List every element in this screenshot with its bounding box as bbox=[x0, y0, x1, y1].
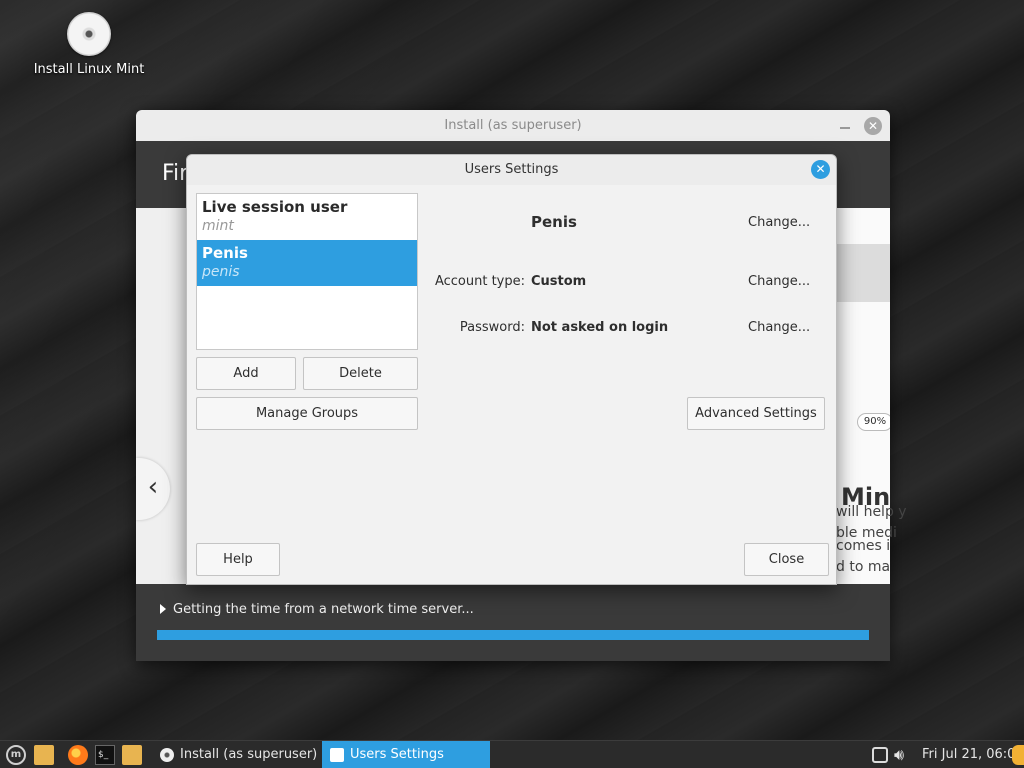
user-list-item[interactable]: Penis penis bbox=[197, 240, 417, 286]
users-settings-dialog: Users Settings ✕ Live session user mint … bbox=[186, 154, 837, 585]
dialog-close-icon[interactable]: ✕ bbox=[811, 160, 830, 179]
selected-user-name: Penis bbox=[531, 213, 577, 231]
delete-user-button[interactable]: Delete bbox=[303, 357, 418, 390]
user-login-name: penis bbox=[202, 264, 240, 280]
user-display-name: Penis bbox=[202, 244, 248, 262]
user-list-item[interactable]: Live session user mint bbox=[197, 194, 417, 240]
expander-arrow-icon[interactable] bbox=[160, 604, 166, 614]
slide-toolbar bbox=[836, 244, 890, 302]
change-name-button[interactable]: Change... bbox=[748, 215, 810, 230]
installer-window-title: Install (as superuser) bbox=[444, 118, 582, 133]
manage-groups-button[interactable]: Manage Groups bbox=[196, 397, 418, 430]
task-label: Install (as superuser) bbox=[180, 747, 318, 762]
slide-text-line: d to mak bbox=[836, 559, 890, 575]
installer-close-icon[interactable]: ✕ bbox=[864, 117, 882, 135]
previous-slide-button[interactable]: ‹ bbox=[136, 458, 170, 520]
add-user-button[interactable]: Add bbox=[196, 357, 296, 390]
files-icon[interactable] bbox=[122, 745, 142, 765]
minimize-icon[interactable] bbox=[840, 127, 850, 129]
users-icon bbox=[330, 748, 344, 762]
user-display-name: Live session user bbox=[202, 198, 348, 216]
slide-text-line: will help y bbox=[836, 504, 907, 520]
notifications-icon[interactable] bbox=[872, 747, 888, 763]
user-avatar-icon[interactable] bbox=[1012, 745, 1024, 765]
show-desktop-icon[interactable] bbox=[34, 745, 54, 765]
volume-icon[interactable]: 🔊︎ bbox=[894, 741, 904, 768]
installer-footer: Getting the time from a network time ser… bbox=[136, 584, 890, 661]
clock[interactable]: Fri Jul 21, 06:0 bbox=[922, 741, 1015, 768]
change-account-type-button[interactable]: Change... bbox=[748, 274, 810, 289]
dialog-title: Users Settings bbox=[464, 162, 559, 177]
taskbar: m $_ Install (as superuser) Users Settin… bbox=[0, 740, 1024, 768]
change-password-button[interactable]: Change... bbox=[748, 320, 810, 335]
install-status-text: Getting the time from a network time ser… bbox=[173, 602, 474, 617]
install-progress-bar bbox=[157, 630, 869, 640]
advanced-settings-button[interactable]: Advanced Settings bbox=[687, 397, 825, 430]
account-type-label: Account type: bbox=[434, 274, 525, 289]
account-type-value: Custom bbox=[531, 274, 587, 289]
install-progress-fill bbox=[157, 630, 869, 640]
disc-icon bbox=[67, 12, 111, 56]
user-login-name: mint bbox=[202, 218, 234, 234]
help-button[interactable]: Help bbox=[196, 543, 280, 576]
install-status: Getting the time from a network time ser… bbox=[160, 602, 474, 617]
slide-text-line: ble medi bbox=[836, 525, 897, 541]
password-label: Password: bbox=[459, 320, 525, 335]
user-list: Live session user mint Penis penis bbox=[196, 193, 418, 350]
mint-menu-icon[interactable]: m bbox=[6, 745, 26, 765]
desktop-icon-label: Install Linux Mint bbox=[33, 62, 145, 77]
disc-icon bbox=[160, 748, 174, 762]
installer-titlebar[interactable]: Install (as superuser) ✕ bbox=[136, 110, 890, 141]
dialog-titlebar[interactable]: Users Settings ✕ bbox=[187, 155, 836, 185]
close-button[interactable]: Close bbox=[744, 543, 829, 576]
task-label: Users Settings bbox=[350, 747, 444, 762]
firefox-icon[interactable] bbox=[68, 745, 88, 765]
zoom-level[interactable]: 90% bbox=[857, 413, 890, 431]
taskbar-task-installer[interactable]: Install (as superuser) bbox=[152, 741, 320, 768]
installer-page-title: Fir bbox=[162, 161, 189, 186]
terminal-icon[interactable]: $_ bbox=[95, 745, 115, 765]
taskbar-task-users-settings[interactable]: Users Settings bbox=[322, 741, 490, 768]
password-value: Not asked on login bbox=[531, 320, 669, 335]
install-linux-mint-desktop-icon[interactable]: Install Linux Mint bbox=[28, 10, 150, 77]
